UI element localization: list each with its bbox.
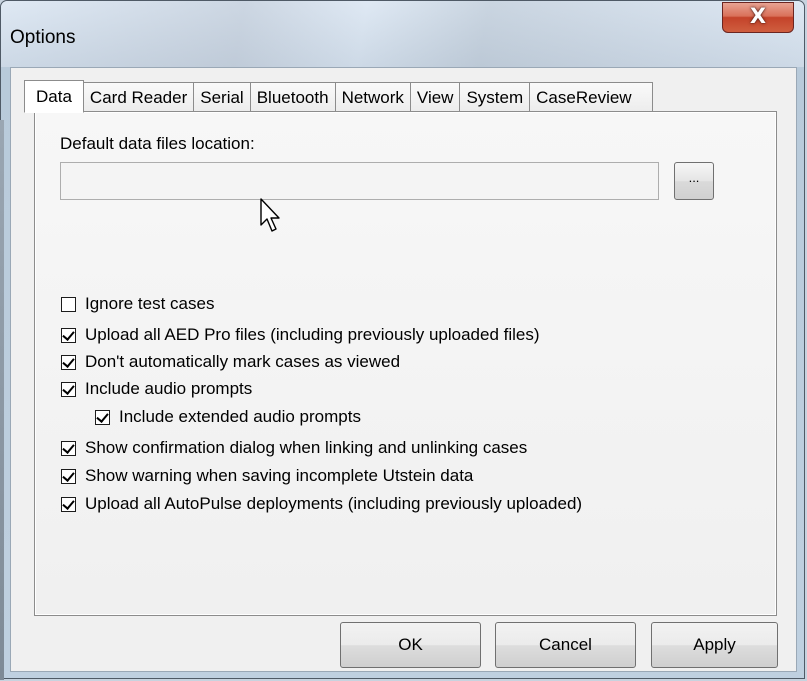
checkbox-box[interactable] <box>61 496 76 512</box>
tab-bluetooth[interactable]: Bluetooth <box>249 82 336 112</box>
checkbox-label: Upload all AutoPulse deployments (includ… <box>85 494 583 513</box>
close-button[interactable]: X <box>722 2 794 33</box>
checkbox-box[interactable] <box>61 381 76 397</box>
checkbox-show-link-confirmation[interactable]: Show confirmation dialog when linking an… <box>61 436 527 460</box>
tab-strip: Data Card Reader Serial Bluetooth Networ… <box>24 79 653 113</box>
data-location-label: Default data files location: <box>60 134 255 153</box>
browse-button[interactable]: ... <box>674 162 714 200</box>
checkbox-include-extended-audio[interactable]: Include extended audio prompts <box>95 405 361 429</box>
checkbox-label: Upload all AED Pro files (including prev… <box>85 325 540 344</box>
data-location-field[interactable] <box>60 162 659 200</box>
checkbox-upload-aed-pro-files[interactable]: Upload all AED Pro files (including prev… <box>61 323 540 347</box>
cancel-button[interactable]: Cancel <box>495 622 636 668</box>
tab-view[interactable]: View <box>409 82 461 112</box>
checkbox-include-audio-prompts[interactable]: Include audio prompts <box>61 377 252 401</box>
checkbox-label: Show confirmation dialog when linking an… <box>85 438 528 457</box>
checkbox-ignore-test-cases[interactable]: Ignore test cases <box>61 292 214 316</box>
tab-network[interactable]: Network <box>334 82 411 112</box>
window-title: Options <box>10 27 76 48</box>
tab-data[interactable]: Data <box>24 80 84 113</box>
tab-casereview[interactable]: CaseReview <box>529 82 653 112</box>
window-edge <box>0 120 4 680</box>
checkbox-label: Show warning when saving incomplete Utst… <box>85 466 474 485</box>
tab-serial[interactable]: Serial <box>193 82 251 112</box>
checkbox-label: Include extended audio prompts <box>119 407 361 426</box>
arrow-cursor-icon <box>260 198 282 239</box>
checkbox-utstein-warning[interactable]: Show warning when saving incomplete Utst… <box>61 464 473 488</box>
checkbox-box[interactable] <box>61 327 76 343</box>
tab-card-reader[interactable]: Card Reader <box>82 82 195 112</box>
checkbox-box[interactable] <box>61 296 76 312</box>
checkbox-label: Include audio prompts <box>85 379 253 398</box>
checkbox-box[interactable] <box>61 354 76 370</box>
checkbox-box[interactable] <box>61 468 76 484</box>
ok-button[interactable]: OK <box>340 622 481 668</box>
tab-system[interactable]: System <box>459 82 531 112</box>
checkbox-box[interactable] <box>61 440 76 456</box>
apply-button[interactable]: Apply <box>651 622 778 668</box>
checkbox-box[interactable] <box>95 409 110 425</box>
close-icon: X <box>749 4 767 28</box>
checkbox-dont-mark-viewed[interactable]: Don't automatically mark cases as viewed <box>61 350 400 374</box>
checkbox-upload-autopulse[interactable]: Upload all AutoPulse deployments (includ… <box>61 492 582 516</box>
title-bar[interactable]: Options X <box>1 1 804 67</box>
checkbox-label: Ignore test cases <box>85 294 215 313</box>
checkbox-label: Don't automatically mark cases as viewed <box>85 352 401 371</box>
